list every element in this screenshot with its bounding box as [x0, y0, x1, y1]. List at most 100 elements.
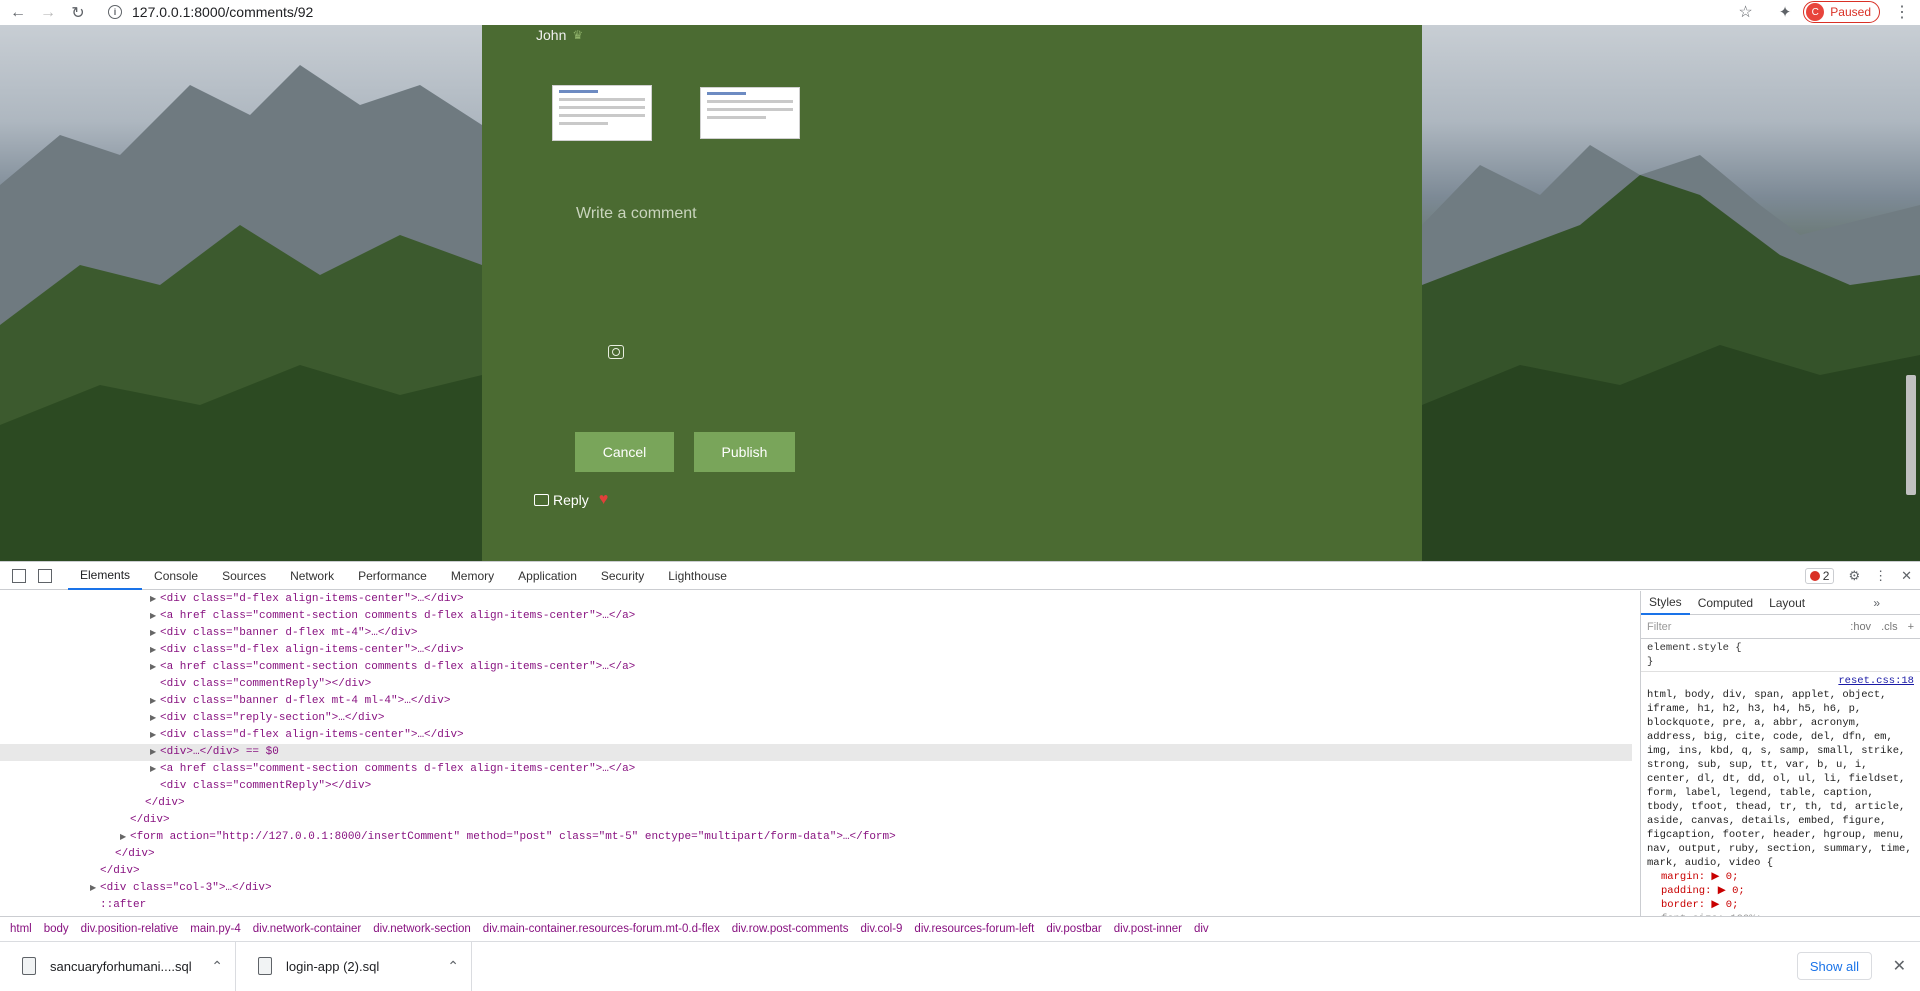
- cancel-button[interactable]: Cancel: [575, 432, 674, 472]
- dom-node-line[interactable]: ::after: [0, 897, 1632, 914]
- dom-node-line[interactable]: </div>: [0, 863, 1632, 880]
- reload-icon[interactable]: ↻: [66, 1, 90, 25]
- site-info-icon[interactable]: i: [108, 5, 122, 19]
- camera-icon[interactable]: [608, 345, 624, 359]
- tab-application[interactable]: Application: [506, 562, 589, 590]
- cls-toggle[interactable]: .cls: [1881, 621, 1898, 633]
- hov-toggle[interactable]: :hov: [1850, 621, 1871, 633]
- dom-node-text: </div>: [130, 814, 170, 826]
- dom-node-line[interactable]: </div>: [0, 846, 1632, 863]
- avatar: C: [1806, 3, 1825, 21]
- expand-arrow-icon[interactable]: ▶: [150, 761, 160, 778]
- tab-elements[interactable]: Elements: [68, 562, 143, 590]
- rule-source-link[interactable]: reset.css:18: [1647, 674, 1914, 688]
- dom-node-line[interactable]: ▶ <a href class="comment-section comments…: [0, 761, 1632, 778]
- expand-arrow-icon[interactable]: ▶: [120, 829, 130, 846]
- dom-node-line[interactable]: ▶ <div class="reply-section">…</div>: [0, 710, 1632, 727]
- expand-arrow-icon[interactable]: ▶: [150, 727, 160, 744]
- profile-button[interactable]: C Paused: [1803, 1, 1880, 23]
- extensions-icon[interactable]: ✦: [1779, 3, 1792, 21]
- breadcrumb-item[interactable]: div.network-container: [247, 923, 367, 935]
- css-property[interactable]: border: ▶ 0;: [1647, 898, 1914, 912]
- back-icon[interactable]: ←: [6, 1, 30, 25]
- breadcrumb-item[interactable]: div.postbar: [1040, 923, 1107, 935]
- expand-arrow-icon[interactable]: ▶: [150, 693, 160, 710]
- expand-arrow-icon[interactable]: ▶: [150, 744, 160, 761]
- forward-icon[interactable]: →: [36, 1, 60, 25]
- tab-network[interactable]: Network: [278, 562, 346, 590]
- dom-node-text: <a href class="comment-section comments …: [160, 763, 636, 775]
- close-icon[interactable]: ✕: [1893, 956, 1906, 976]
- expand-arrow-icon[interactable]: ▶: [90, 880, 100, 897]
- dom-node-line[interactable]: <div class="commentReply"></div>: [0, 778, 1632, 795]
- breadcrumb-item[interactable]: body: [38, 923, 75, 935]
- heart-icon[interactable]: ♥: [599, 491, 609, 509]
- dom-node-text: <div class="banner d-flex mt-4">…</div>: [160, 627, 418, 639]
- breadcrumb-item[interactable]: div.resources-forum-left: [908, 923, 1040, 935]
- more-tabs-icon[interactable]: »: [1873, 596, 1880, 610]
- expand-arrow-icon[interactable]: ▶: [150, 642, 160, 659]
- breadcrumb-item[interactable]: div.position-relative: [75, 923, 185, 935]
- breadcrumb-item[interactable]: html: [4, 923, 38, 935]
- bookmark-star-icon[interactable]: ☆: [1738, 2, 1752, 22]
- chevron-up-icon[interactable]: ⌃: [211, 958, 223, 975]
- dom-node-line[interactable]: ▶ <div class="d-flex align-items-center">…: [0, 642, 1632, 659]
- attachment-thumbnail[interactable]: [552, 85, 652, 141]
- dom-node-text: </div>: [115, 848, 155, 860]
- styles-tab-styles[interactable]: Styles: [1641, 591, 1690, 615]
- close-icon[interactable]: ✕: [1901, 568, 1912, 584]
- dom-node-line[interactable]: ▶ <div class="banner d-flex mt-4">…</div>: [0, 625, 1632, 642]
- tab-console[interactable]: Console: [142, 562, 210, 590]
- dom-node-line[interactable]: ▶ <div class="d-flex align-items-center">…: [0, 727, 1632, 744]
- dom-node-line[interactable]: ▶ <form action="http://127.0.0.1:8000/ins…: [0, 829, 1632, 846]
- breadcrumb-item[interactable]: div: [1188, 923, 1215, 935]
- reply-link[interactable]: Reply ♥: [534, 491, 608, 509]
- tab-memory[interactable]: Memory: [439, 562, 506, 590]
- tab-lighthouse[interactable]: Lighthouse: [656, 562, 739, 590]
- dom-node-line[interactable]: </div>: [0, 812, 1632, 829]
- dom-node-line[interactable]: ▶ <a href class="comment-section comments…: [0, 659, 1632, 676]
- show-all-button[interactable]: Show all: [1796, 952, 1872, 980]
- breadcrumb-item[interactable]: div.network-section: [367, 923, 477, 935]
- tab-security[interactable]: Security: [589, 562, 656, 590]
- breadcrumb-item[interactable]: div.main-container.resources-forum.mt-0.…: [477, 923, 726, 935]
- publish-button[interactable]: Publish: [694, 432, 795, 472]
- dom-node-line[interactable]: ▶ <div>…</div> == $0: [0, 744, 1632, 761]
- dom-node-line[interactable]: ▶ <div class="col-3">…</div>: [0, 880, 1632, 897]
- tab-performance[interactable]: Performance: [346, 562, 439, 590]
- inspect-icon[interactable]: [12, 568, 26, 583]
- breadcrumb-item[interactable]: div.col-9: [854, 923, 908, 935]
- styles-tab-computed[interactable]: Computed: [1690, 591, 1761, 615]
- breadcrumb-item[interactable]: main.py-4: [184, 923, 247, 935]
- css-property[interactable]: padding: ▶ 0;: [1647, 884, 1914, 898]
- add-rule-icon[interactable]: +: [1908, 621, 1914, 633]
- expand-arrow-icon[interactable]: ▶: [150, 608, 160, 625]
- settings-icon[interactable]: ⚙: [1848, 568, 1860, 584]
- styles-tab-layout[interactable]: Layout: [1761, 591, 1813, 615]
- expand-arrow-icon[interactable]: ▶: [150, 591, 160, 608]
- page-scrollbar[interactable]: [1906, 375, 1916, 495]
- device-toggle-icon[interactable]: [38, 568, 52, 583]
- expand-arrow-icon[interactable]: ▶: [150, 625, 160, 642]
- download-item[interactable]: login-app (2).sql ⌃: [236, 941, 472, 991]
- comment-input[interactable]: [576, 205, 1136, 345]
- expand-arrow-icon[interactable]: ▶: [150, 710, 160, 727]
- dom-node-line[interactable]: ▶ <a href class="comment-section comments…: [0, 608, 1632, 625]
- expand-arrow-icon[interactable]: ▶: [150, 659, 160, 676]
- dom-node-line[interactable]: ▶ <div class="banner d-flex mt-4 ml-4">…<…: [0, 693, 1632, 710]
- browser-menu-icon[interactable]: ⋮: [1894, 2, 1910, 22]
- dom-node-line[interactable]: </div>: [0, 795, 1632, 812]
- error-badge[interactable]: 2: [1804, 568, 1835, 584]
- devtools-menu-icon[interactable]: ⋮: [1874, 568, 1887, 584]
- download-item[interactable]: sancuaryforhumani....sql ⌃: [0, 941, 236, 991]
- chevron-up-icon[interactable]: ⌃: [447, 958, 459, 975]
- breadcrumb-item[interactable]: div.row.post-comments: [726, 923, 855, 935]
- breadcrumb-item[interactable]: div.post-inner: [1108, 923, 1188, 935]
- css-property[interactable]: margin: ▶ 0;: [1647, 870, 1914, 884]
- tab-sources[interactable]: Sources: [210, 562, 278, 590]
- address-bar[interactable]: i 127.0.0.1:8000/comments/92: [108, 0, 313, 24]
- filter-input[interactable]: Filter: [1647, 621, 1840, 633]
- dom-node-line[interactable]: <div class="commentReply"></div>: [0, 676, 1632, 693]
- dom-node-line[interactable]: ▶ <div class="d-flex align-items-center">…: [0, 591, 1632, 608]
- attachment-thumbnail[interactable]: [700, 87, 800, 139]
